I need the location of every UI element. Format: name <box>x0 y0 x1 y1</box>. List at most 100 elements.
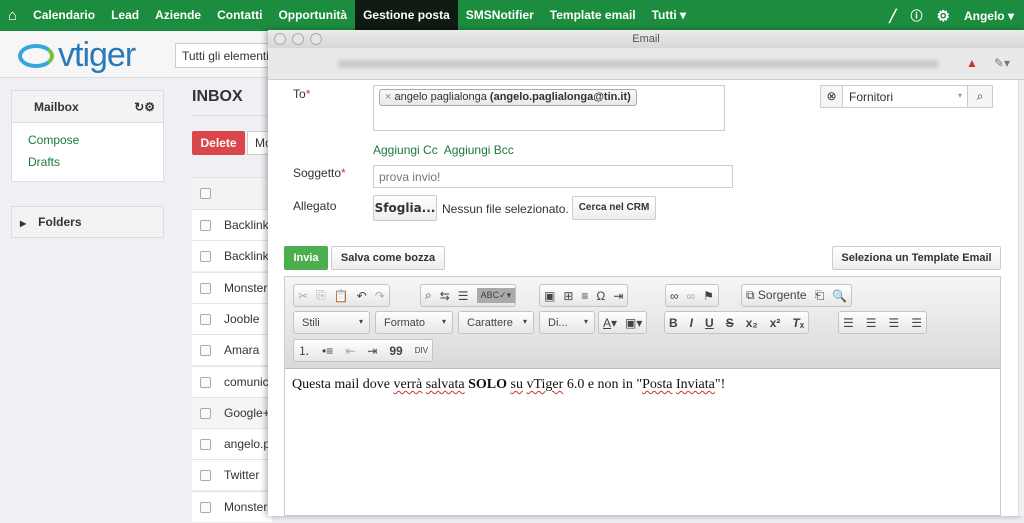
text-color-icon[interactable]: A▾ <box>603 316 617 330</box>
compose-link[interactable]: Compose <box>12 129 163 151</box>
div-icon[interactable]: DIV <box>415 346 428 355</box>
nav-calendario[interactable]: Calendario <box>25 0 103 31</box>
table-row[interactable]: Google+ <box>192 396 272 428</box>
table-row[interactable]: Backlinko <box>192 240 275 272</box>
vtiger-logo[interactable]: vtiger <box>18 36 136 75</box>
bold-icon[interactable]: B <box>669 316 678 330</box>
undo-icon[interactable]: ↶ <box>357 289 367 303</box>
table-row[interactable]: Jooble <box>192 302 272 334</box>
brush-icon[interactable]: ╱ <box>889 9 896 23</box>
row-checkbox[interactable] <box>200 220 211 231</box>
editor-content[interactable]: Questa mail dove verrà salvata SOLO su v… <box>292 377 725 393</box>
nav-smsnotifier[interactable]: SMSNotifier <box>458 0 542 31</box>
folders-panel[interactable]: ▶ Folders <box>11 206 164 238</box>
info-icon[interactable]: ⓘ <box>911 7 923 24</box>
delete-button[interactable]: Delete <box>192 131 245 155</box>
link-icon[interactable]: ∞ <box>670 289 679 303</box>
gear-icon[interactable]: ⚙ <box>937 7 950 25</box>
paste-icon[interactable]: 📋 <box>334 289 349 303</box>
search-icon[interactable]: ⌕ <box>968 86 992 107</box>
cut-icon[interactable]: ✂ <box>298 289 308 303</box>
special-char-icon[interactable]: Ω <box>596 289 605 303</box>
nav-aziende[interactable]: Aziende <box>147 0 209 31</box>
nav-contatti[interactable]: Contatti <box>209 0 270 31</box>
row-checkbox[interactable] <box>200 376 211 388</box>
row-checkbox[interactable] <box>200 282 211 294</box>
row-checkbox[interactable] <box>200 439 211 451</box>
scrollbar[interactable] <box>1018 80 1024 516</box>
send-button[interactable]: Invia <box>284 246 328 270</box>
subject-input[interactable]: prova invio! <box>373 165 733 188</box>
strike-icon[interactable]: S <box>726 316 734 330</box>
table-row[interactable]: angelo.pa <box>192 428 277 460</box>
font-dropdown[interactable]: Carattere <box>458 311 534 334</box>
address-bar[interactable]: ▲ ✎▾ <box>268 48 1024 80</box>
user-menu[interactable]: Angelo ▾ <box>964 9 1014 23</box>
redo-icon[interactable]: ↷ <box>375 289 385 303</box>
anchor-flag-icon[interactable]: ⚑ <box>703 289 714 303</box>
select-template-button[interactable]: Seleziona un Template Email <box>832 246 1001 270</box>
home-icon[interactable]: ⌂ <box>0 0 25 31</box>
superscript-icon[interactable]: x² <box>770 316 781 330</box>
maximize-window-button[interactable] <box>310 33 322 45</box>
table-row[interactable]: Twitter <box>192 459 272 491</box>
templates-icon[interactable]: ⎗ <box>815 288 825 303</box>
row-checkbox[interactable] <box>200 407 211 419</box>
row-checkbox[interactable] <box>200 470 211 482</box>
find-icon[interactable]: ⌕ <box>425 288 432 303</box>
add-bcc-link[interactable]: Aggiungi Bcc <box>444 143 514 157</box>
source-button[interactable]: ⧉ Sorgente <box>746 288 807 303</box>
select-all-checkbox[interactable] <box>200 188 211 199</box>
row-checkbox[interactable] <box>200 345 211 357</box>
refresh-settings-icon[interactable]: ↻⚙ <box>134 91 163 123</box>
row-checkbox[interactable] <box>200 313 211 325</box>
bulleted-list-icon[interactable]: •≡ <box>322 344 333 358</box>
table-row[interactable]: Monster <box>192 271 272 303</box>
module-select[interactable]: Fornitori ▾ <box>843 86 968 107</box>
align-right-icon[interactable]: ☰ <box>889 316 900 330</box>
size-dropdown[interactable]: Di... <box>539 311 595 334</box>
table-row[interactable]: Backlinko <box>192 209 275 240</box>
extension-icon[interactable]: ▲ <box>966 56 978 70</box>
numbered-list-icon[interactable]: ⒈ <box>298 342 310 359</box>
page-break-icon[interactable]: ⇥ <box>613 289 623 303</box>
preview-icon[interactable]: 🔍 <box>832 289 847 303</box>
nav-tutti[interactable]: Tutti ▾ <box>644 0 694 31</box>
subscript-icon[interactable]: x₂ <box>746 316 758 330</box>
unlink-icon[interactable]: ∞ <box>687 289 696 303</box>
outdent-icon[interactable]: ⇤ <box>345 344 355 358</box>
nav-gestione-posta[interactable]: Gestione posta <box>355 0 458 31</box>
copy-icon[interactable]: ⎘ <box>316 288 326 303</box>
add-cc-link[interactable]: Aggiungi Cc <box>373 143 438 157</box>
format-dropdown[interactable]: Formato <box>375 311 453 334</box>
clear-icon[interactable]: ⊗ <box>821 86 843 107</box>
table-icon[interactable]: ⊞ <box>563 289 573 303</box>
drafts-link[interactable]: Drafts <box>12 151 163 173</box>
align-left-icon[interactable]: ☰ <box>843 316 854 330</box>
crm-search-button[interactable]: Cerca nel CRM <box>572 196 656 220</box>
to-field[interactable]: × angelo paglialonga (angelo.paglialonga… <box>373 85 725 131</box>
table-row[interactable]: comunica <box>192 365 275 397</box>
replace-icon[interactable]: ⇆ <box>440 289 450 303</box>
underline-icon[interactable]: U <box>705 316 714 330</box>
spellcheck-icon[interactable]: ABC✓▾ <box>476 288 516 303</box>
indent-icon[interactable]: ⇥ <box>367 344 377 358</box>
bg-color-icon[interactable]: ▣▾ <box>625 316 642 330</box>
select-all-icon[interactable]: ☰ <box>458 289 469 303</box>
table-row[interactable]: Amara <box>192 334 272 366</box>
remove-format-icon[interactable]: Tₓ <box>792 316 804 330</box>
browse-button[interactable]: Sfoglia... <box>373 195 437 221</box>
image-icon[interactable]: ▣ <box>544 289 555 303</box>
nav-lead[interactable]: Lead <box>103 0 147 31</box>
table-row[interactable]: Monster <box>192 490 272 522</box>
save-draft-button[interactable]: Salva come bozza <box>331 246 445 270</box>
italic-icon[interactable]: I <box>690 316 693 330</box>
close-window-button[interactable] <box>274 33 286 45</box>
plugin-icon[interactable]: ✎▾ <box>994 56 1010 70</box>
row-checkbox[interactable] <box>200 501 211 513</box>
minimize-window-button[interactable] <box>292 33 304 45</box>
blockquote-icon[interactable]: 99 <box>389 344 402 358</box>
row-checkbox[interactable] <box>200 251 211 263</box>
horizontal-line-icon[interactable]: ≡ <box>581 289 588 303</box>
nav-opportunita[interactable]: Opportunità <box>270 0 355 31</box>
